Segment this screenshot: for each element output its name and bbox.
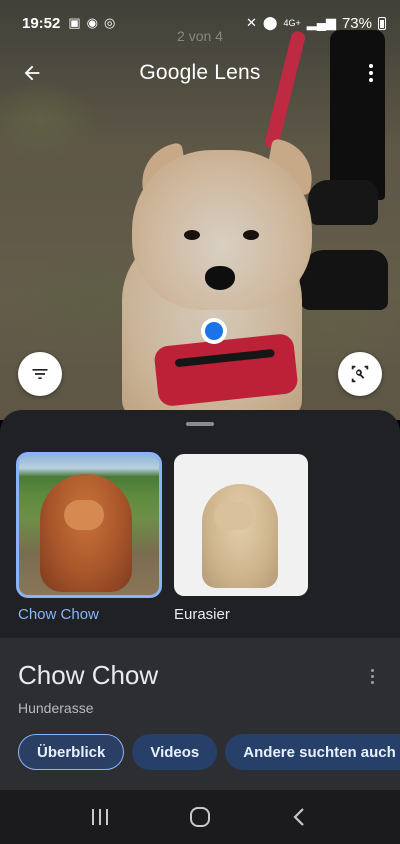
chip-related-searches[interactable]: Andere suchten auch nach	[225, 734, 400, 770]
chip-overview[interactable]: Überblick	[18, 734, 125, 770]
recents-icon	[92, 809, 108, 825]
knowledge-panel: Chow Chow Hunderasse Überblick Videos An…	[0, 638, 400, 790]
home-icon	[190, 807, 210, 827]
dog-image	[40, 474, 132, 592]
lens-search-button[interactable]	[338, 352, 382, 396]
dog-face	[64, 500, 104, 530]
chip-videos[interactable]: Videos	[132, 734, 218, 770]
filter-icon	[32, 369, 48, 379]
back-nav-button[interactable]	[280, 797, 320, 837]
object-selection-dot[interactable]	[201, 318, 227, 344]
image-search-icon	[351, 365, 369, 383]
more-options-button[interactable]	[364, 59, 378, 87]
sheet-drag-handle[interactable]	[186, 422, 214, 426]
chevron-left-icon	[293, 808, 304, 826]
app-title: Google Lens	[139, 61, 261, 84]
top-app-bar: Google Lens	[0, 52, 400, 94]
result-thumbnail	[16, 452, 162, 598]
result-card-eurasier[interactable]: Eurasier	[174, 454, 316, 623]
system-nav-bar	[0, 790, 400, 844]
result-thumbnail	[174, 454, 308, 596]
dog-image	[202, 484, 278, 588]
entity-more-button[interactable]	[368, 666, 376, 686]
more-vert-icon	[369, 64, 373, 68]
dog-face	[214, 502, 254, 530]
filter-button[interactable]	[18, 352, 62, 396]
network-type: 4G+	[283, 18, 301, 28]
more-vert-icon	[370, 668, 374, 672]
recents-button[interactable]	[80, 797, 120, 837]
home-button[interactable]	[180, 797, 220, 837]
results-sheet: Chow Chow Eurasier Chow Chow Hunderasse …	[0, 410, 400, 790]
result-label: Eurasier	[174, 606, 230, 623]
visual-matches: Chow Chow Eurasier	[16, 452, 316, 623]
entity-subtitle: Hunderasse	[18, 700, 94, 716]
chip-row: Überblick Videos Andere suchten auch nac…	[18, 734, 400, 770]
entity-title: Chow Chow	[18, 660, 159, 690]
result-card-chow-chow[interactable]: Chow Chow	[16, 452, 162, 623]
result-label: Chow Chow	[18, 606, 99, 623]
page-indicator: 2 von 4	[177, 28, 223, 44]
